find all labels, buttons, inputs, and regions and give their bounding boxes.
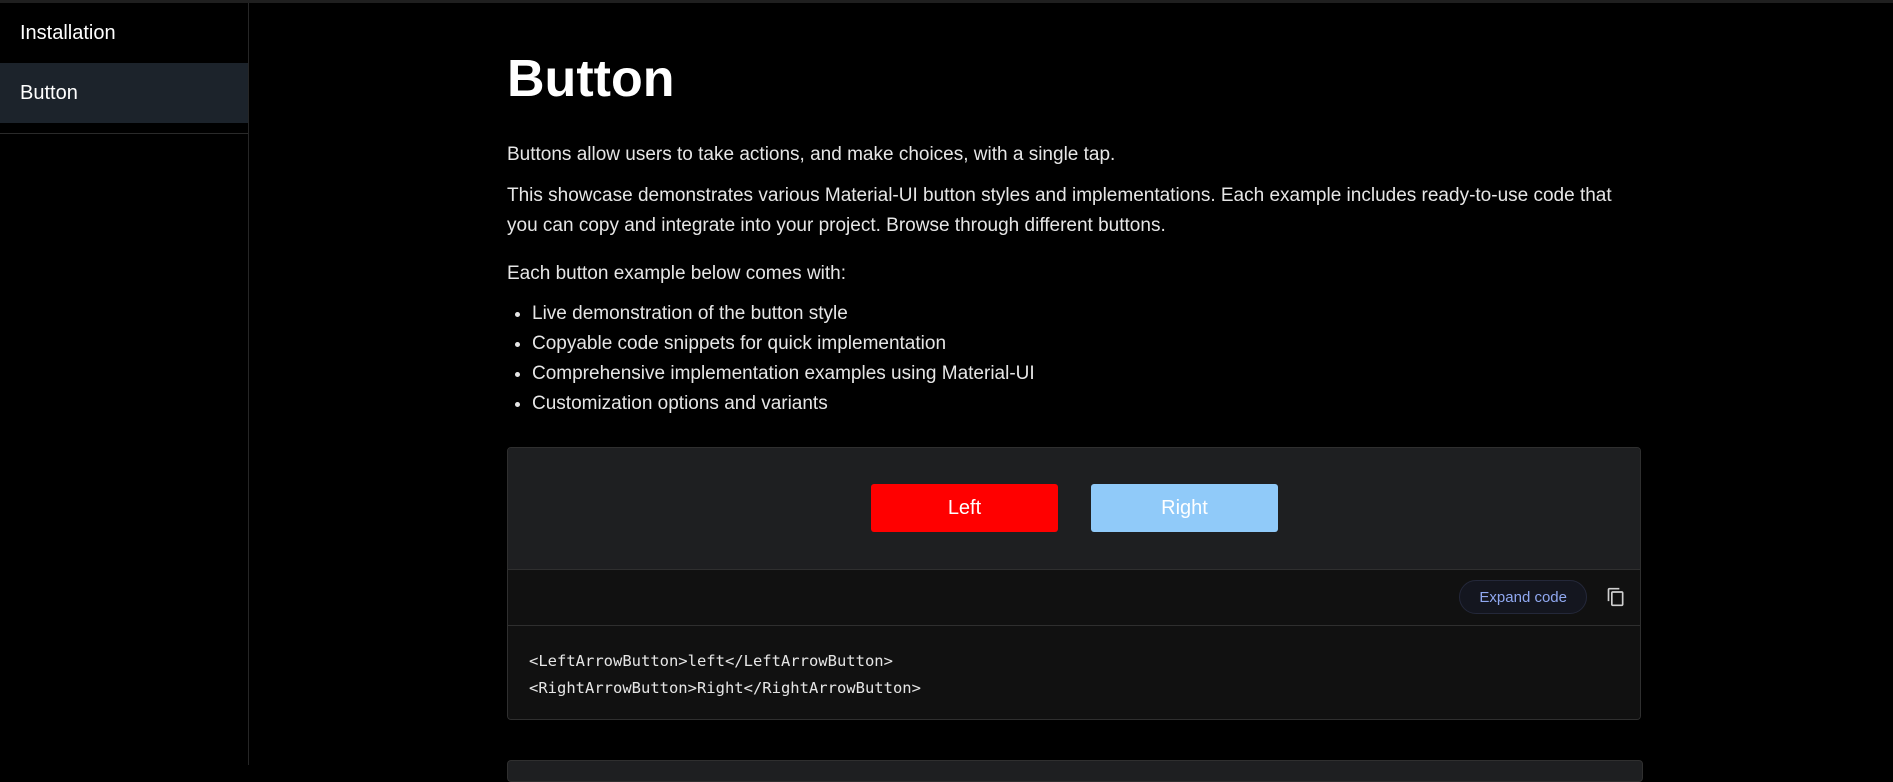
demo-preview: Left Right — [508, 448, 1640, 570]
list-intro: Each button example below comes with: — [507, 263, 847, 284]
lead-text: Buttons allow users to take actions, and… — [507, 144, 1116, 165]
sidebar-item-installation[interactable]: Installation — [0, 3, 248, 63]
code-block: <LeftArrowButton>left</LeftArrowButton> … — [508, 626, 1640, 719]
right-button[interactable]: Right — [1091, 484, 1278, 532]
code-line: <RightArrowButton>Right</RightArrowButto… — [529, 679, 921, 697]
sidebar-item-button[interactable]: Button — [0, 63, 248, 123]
copy-icon[interactable] — [1606, 587, 1626, 607]
next-demo-card — [507, 760, 1643, 782]
list-item: Copyable code snippets for quick impleme… — [532, 329, 1035, 359]
demo-toolbar: Expand code — [508, 570, 1640, 626]
list-item: Live demonstration of the button style — [532, 299, 1035, 329]
sidebar-item-label: Button — [20, 81, 78, 104]
sidebar-divider — [0, 133, 248, 134]
list-item: Comprehensive implementation examples us… — [532, 359, 1035, 389]
sidebar: Installation Button — [0, 3, 249, 765]
page-title: Button — [507, 50, 675, 108]
sidebar-item-label: Installation — [20, 21, 116, 44]
description-text: This showcase demonstrates various Mater… — [507, 185, 1612, 236]
demo-card: Left Right Expand code <LeftArrowButton>… — [507, 447, 1641, 720]
list-item: Customization options and variants — [532, 389, 1035, 419]
features-list: Live demonstration of the button style C… — [507, 299, 1035, 419]
code-line: <LeftArrowButton>left</LeftArrowButton> — [529, 652, 893, 670]
top-border — [0, 0, 1893, 3]
left-button[interactable]: Left — [871, 484, 1058, 532]
expand-code-button[interactable]: Expand code — [1459, 580, 1587, 614]
